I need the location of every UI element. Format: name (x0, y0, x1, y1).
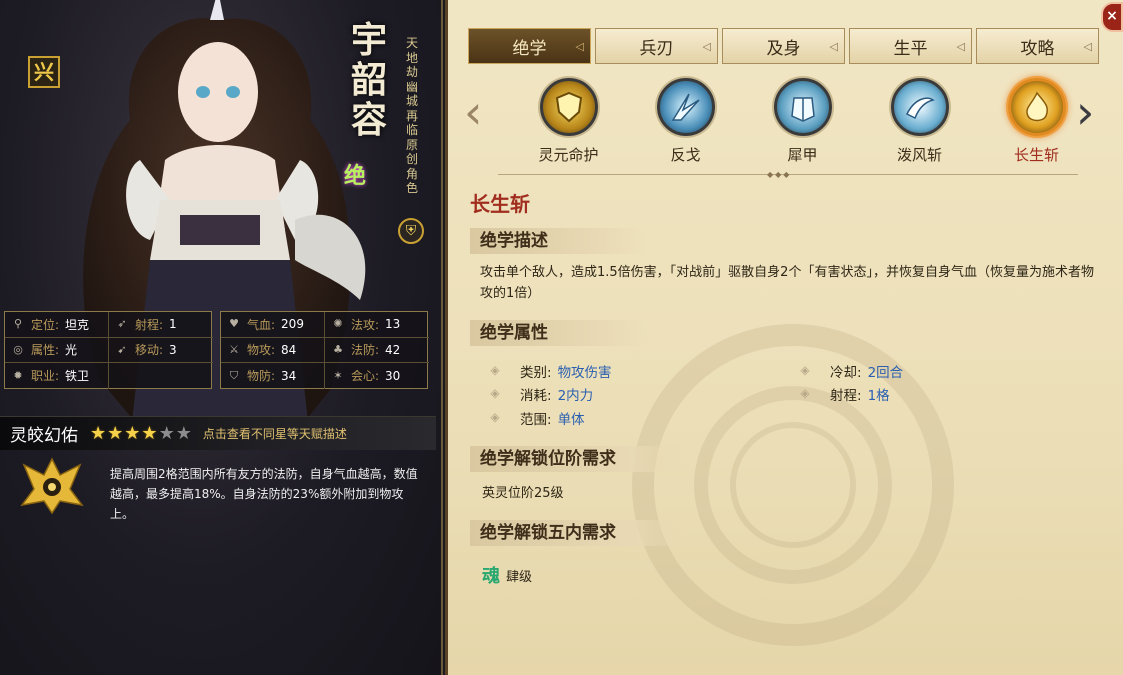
star-empty-icon: ★ (158, 422, 175, 444)
soul-glyph-icon: 魂 (482, 566, 500, 587)
skill-list: 灵元命护 反戈 犀甲 泼风斩 长生斩 (510, 78, 1095, 165)
rank-requirement: 英灵位阶25级 (482, 486, 564, 501)
skill-title: 长生斩 (470, 192, 530, 216)
magic-defense-icon: ♣ (333, 342, 343, 356)
chevron-left-icon: ◁ (575, 40, 584, 53)
stat-magic-defense: ♣ 法防: 42 (325, 338, 429, 364)
stat-element: ◎ 属性: 光 (5, 337, 109, 364)
seal-watermark-icon (632, 324, 954, 646)
ice-spikes-skill-icon (656, 78, 715, 136)
cost-icon: ◈ (490, 386, 500, 400)
stat-critical: ✶ 会心: 30 (325, 363, 429, 389)
swirl-element-icon: ◎ (13, 342, 23, 356)
hero-panel: 兴 宇韶容 天地劫幽城再临原创角色 绝 ⛨ ⚲ 定位: 坦克 ➶ 射程: 1 ◎ 属性: 光… (0, 0, 443, 675)
tab-biography[interactable]: 生平 ◁ (849, 28, 972, 64)
inner-requirement: 魂 肆级 (482, 562, 532, 588)
rarity-badge: 绝 (344, 164, 367, 189)
close-button[interactable]: × (1101, 2, 1123, 32)
stat-role: ⚲ 定位: 坦克 (5, 312, 109, 338)
skill-item-xijia[interactable]: 犀甲 (744, 78, 861, 165)
skill-description: 攻击单个敌人，造成1.5倍伤害，「对战前」驱散自身2个「有害状态」，并恢复自身气… (480, 265, 1094, 301)
skill-item-changshengzhan[interactable]: 长生斩 (978, 78, 1095, 165)
star-filled-icon: ★ (141, 422, 158, 444)
stats-combat: ♥ 气血: 209 ✺ 法攻: 13 ⚔ 物攻: 84 ♣ 法防: 42 ⛉ 物防: 34 ✶ 会心:… (220, 311, 429, 389)
talent-description: 提高周围2格范围内所有友方的法防，自身气血越高，数值越高，最多提高18%。自身法… (110, 467, 418, 521)
star-filled-icon: ★ (124, 422, 141, 444)
sun-class-icon: ✹ (13, 368, 23, 382)
attr-scope: ◈ 范围: 单体 (484, 408, 584, 428)
chevron-left-icon: ◁ (829, 40, 838, 53)
stat-range: ➶ 射程: 1 (109, 312, 213, 338)
sword-icon: ⚔ (229, 342, 239, 356)
attr-cooldown: ◈ 冷却: 2回合 (794, 361, 903, 381)
cooldown-icon: ◈ (800, 363, 810, 377)
heart-icon: ♥ (229, 317, 239, 331)
chevron-left-icon: ◁ (956, 40, 965, 53)
stat-physical-attack: ⚔ 物攻: 84 (221, 337, 325, 364)
tab-skills[interactable]: 绝学 ◁ (468, 28, 591, 64)
section-description-head: 绝学描述 (470, 228, 650, 254)
attr-type: ◈ 类别: 物攻伤害 (484, 361, 611, 381)
magic-attack-icon: ✺ (333, 317, 343, 331)
rank-badge: 兴 (28, 56, 60, 88)
attr-cost: ◈ 消耗: 2内力 (484, 384, 593, 404)
star-filled-icon: ★ (107, 422, 124, 444)
hero-name: 宇韶容 (350, 19, 387, 141)
stat-empty (109, 363, 213, 389)
type-icon: ◈ (490, 363, 500, 377)
scope-icon: ◈ (490, 410, 500, 424)
talent-stars[interactable]: ★ ★ ★ ★ ★ ★ (90, 422, 193, 444)
talent-hint[interactable]: 点击查看不同星等天赋描述 (203, 425, 347, 442)
hero-subtitle: 天地劫幽城再临原创角色 (405, 36, 418, 195)
prev-skill-arrow-icon[interactable]: ‹ (464, 89, 482, 135)
armor-skill-icon (773, 78, 832, 136)
golden-flame-skill-icon (1007, 78, 1066, 136)
golden-shield-skill-icon (539, 78, 598, 136)
stats-basic: ⚲ 定位: 坦克 ➶ 射程: 1 ◎ 属性: 光 ➹ 移动: 3 ✹ 职业: 铁卫 (4, 311, 213, 389)
tab-weapon[interactable]: 兵刃 ◁ (595, 28, 718, 64)
star-filled-icon: ★ (90, 422, 107, 444)
section-rank-req-head: 绝学解锁位阶需求 (470, 446, 690, 472)
wind-slash-skill-icon (890, 78, 949, 136)
boot-move-icon: ➹ (117, 342, 127, 356)
talent-emblem-icon (20, 457, 84, 515)
attr-range: ◈ 射程: 1格 (794, 384, 889, 404)
armor-icon: ⛉ (229, 368, 239, 382)
section-attributes-head: 绝学属性 (470, 320, 650, 346)
hero-portrait (83, 0, 366, 441)
skill-item-lingyuan[interactable]: 灵元命护 (510, 78, 627, 165)
section-inner-req-head: 绝学解锁五内需求 (470, 520, 690, 546)
tab-bar: 绝学 ◁ 兵刃 ◁ 及身 ◁ 生平 ◁ 攻略 ◁ (468, 28, 1103, 64)
shield-icon[interactable]: ⛨ (398, 218, 424, 244)
stat-magic-attack: ✺ 法攻: 13 (325, 312, 429, 338)
stat-class: ✹ 职业: 铁卫 (5, 363, 109, 389)
critical-icon: ✶ (333, 368, 343, 382)
skill-detail-panel: × 绝学 ◁ 兵刃 ◁ 及身 ◁ 生平 ◁ 攻略 ◁ ‹ › 灵元命护 反戈 犀甲 (445, 0, 1123, 675)
stat-hp: ♥ 气血: 209 (221, 312, 325, 338)
skill-item-pofengzhan[interactable]: 泼风斩 (861, 78, 978, 165)
star-empty-icon: ★ (175, 422, 192, 444)
chevron-left-icon: ◁ (702, 40, 711, 53)
tab-guide[interactable]: 攻略 ◁ (976, 28, 1099, 64)
tab-equipment[interactable]: 及身 ◁ (722, 28, 845, 64)
skill-item-fange[interactable]: 反戈 (627, 78, 744, 165)
range-arrow-icon: ➶ (117, 317, 127, 331)
talent-bar[interactable]: 灵皎幻佑 ★ ★ ★ ★ ★ ★ 点击查看不同星等天赋描述 (0, 416, 436, 450)
talent-title: 灵皎幻佑 (10, 426, 78, 446)
range-icon: ◈ (800, 386, 810, 400)
location-pin-icon: ⚲ (13, 317, 23, 331)
chevron-left-icon: ◁ (1083, 40, 1092, 53)
page-dots: ◆◆◆ (767, 170, 792, 179)
stat-physical-defense: ⛉ 物防: 34 (221, 363, 325, 389)
stat-move: ➹ 移动: 3 (109, 338, 213, 364)
